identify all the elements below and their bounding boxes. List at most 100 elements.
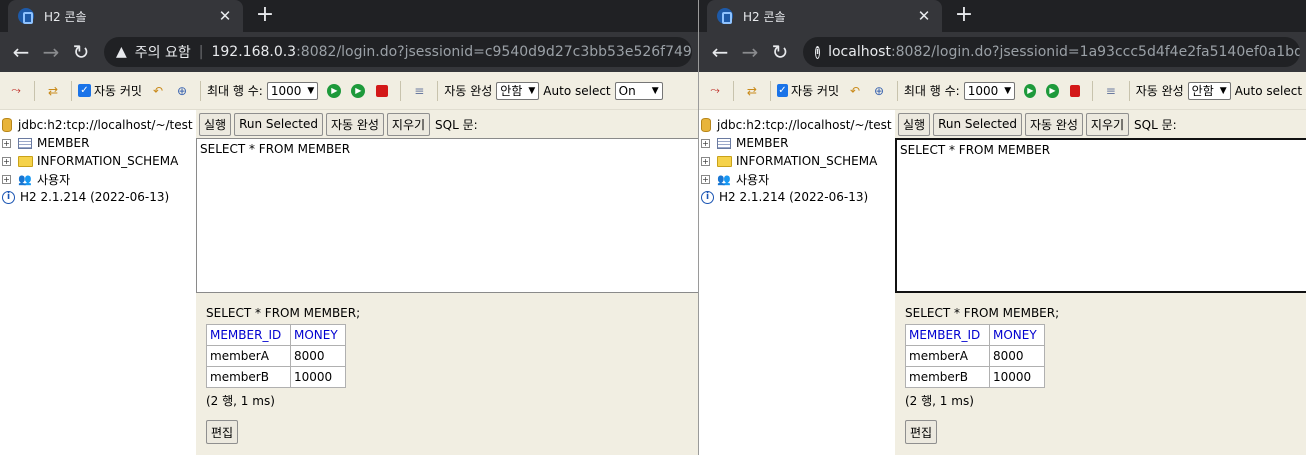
chevron-down-icon: ▼: [307, 85, 315, 96]
refresh-icon[interactable]: ⇄: [744, 83, 760, 99]
database-icon: [2, 118, 12, 132]
tree-item-member[interactable]: + MEMBER: [699, 134, 895, 152]
run-icon[interactable]: ▶: [1024, 83, 1037, 98]
column-header[interactable]: MEMBER_ID: [905, 324, 990, 346]
expand-icon[interactable]: +: [2, 174, 11, 184]
run-selected-icon[interactable]: ▶: [1046, 83, 1059, 98]
version-label: H2 2.1.214 (2022-06-13): [20, 190, 170, 204]
table-icon: [717, 137, 731, 149]
site-info-icon[interactable]: i: [815, 45, 821, 59]
run-icon[interactable]: ▶: [327, 83, 342, 98]
tab-title: H2 콘솔: [44, 9, 87, 24]
sql-editor[interactable]: SELECT * FROM MEMBER: [895, 138, 1306, 293]
table-row: memberB 10000: [905, 366, 1045, 388]
autocomplete-button[interactable]: 자동 완성: [325, 112, 384, 136]
address-toolbar: ← → ↻ ▲ 주의 요함 | 192.168.0.3:8082/login.d…: [0, 32, 698, 72]
tab-close-icon[interactable]: ✕: [217, 7, 233, 25]
autocomplete-select[interactable]: 안함 ▼: [496, 81, 540, 100]
back-arrow-icon[interactable]: ←: [705, 37, 735, 67]
edit-button[interactable]: 편집: [206, 420, 239, 444]
tree-item-information-schema[interactable]: + INFORMATION_SCHEMA: [699, 152, 895, 170]
folder-icon: [716, 155, 732, 167]
tab-strip: H2 콘솔 ✕ +: [699, 0, 1306, 32]
h2-console-content: jdbc:h2:tcp://localhost/~/test + MEMBER …: [699, 110, 1306, 455]
stop-icon[interactable]: [376, 84, 389, 97]
tree-connection[interactable]: jdbc:h2:tcp://localhost/~/test: [0, 116, 196, 134]
not-secure-label: 주의 요함: [134, 45, 191, 61]
disconnect-icon[interactable]: ⤳: [707, 83, 723, 99]
run-selected-button[interactable]: Run Selected: [234, 112, 323, 136]
commit-icon[interactable]: ⊕: [174, 83, 190, 99]
tree-item-users[interactable]: + 👥 사용자: [699, 170, 895, 188]
autocomplete-button[interactable]: 자동 완성: [1024, 112, 1083, 136]
back-arrow-icon[interactable]: ←: [6, 37, 36, 67]
auto-commit-checkbox[interactable]: ✓: [78, 84, 91, 97]
reload-icon[interactable]: ↻: [66, 37, 96, 67]
column-header[interactable]: MONEY: [290, 324, 346, 346]
tree-item-users[interactable]: + 👥 사용자: [0, 170, 196, 188]
tab-close-icon[interactable]: ✕: [916, 7, 932, 25]
expand-icon[interactable]: +: [701, 138, 710, 148]
rollback-icon[interactable]: ↶: [150, 83, 166, 99]
run-selected-icon[interactable]: ▶: [351, 83, 366, 98]
expand-icon[interactable]: +: [2, 138, 11, 148]
tree-version: i H2 2.1.214 (2022-06-13): [699, 188, 895, 206]
expand-icon[interactable]: +: [701, 174, 710, 184]
disconnect-icon[interactable]: ⤳: [8, 83, 24, 99]
tab-strip: H2 콘솔 ✕ +: [0, 0, 698, 32]
tree-version: i H2 2.1.214 (2022-06-13): [0, 188, 196, 206]
clear-button[interactable]: 지우기: [1085, 112, 1130, 136]
toolbar-divider: [1128, 80, 1130, 101]
clear-button[interactable]: 지우기: [386, 112, 431, 136]
warning-triangle-icon[interactable]: ▲: [116, 44, 127, 60]
column-header[interactable]: MEMBER_ID: [206, 324, 291, 346]
run-selected-button[interactable]: Run Selected: [933, 112, 1022, 136]
tree-connection[interactable]: jdbc:h2:tcp://localhost/~/test: [699, 116, 895, 134]
table-cell: 10000: [989, 366, 1045, 388]
connection-url: jdbc:h2:tcp://localhost/~/test: [18, 118, 193, 132]
run-button[interactable]: 실행: [898, 112, 931, 136]
autocomplete-select[interactable]: 안함 ▼: [1187, 81, 1231, 100]
stop-icon[interactable]: [1069, 84, 1080, 97]
autoselect-select[interactable]: On ▼: [614, 81, 663, 100]
max-rows-select[interactable]: 1000 ▼: [963, 81, 1016, 100]
result-panel: SELECT * FROM MEMBER; MEMBER_ID MONEY me…: [206, 306, 360, 444]
max-rows-select[interactable]: 1000 ▼: [266, 81, 319, 100]
edit-button[interactable]: 편집: [905, 420, 938, 444]
forward-arrow-icon[interactable]: →: [735, 37, 765, 67]
table-header-row: MEMBER_ID MONEY: [905, 324, 1045, 346]
autoselect-label: Auto select: [1234, 83, 1303, 98]
rollback-icon[interactable]: ↶: [847, 83, 863, 99]
history-icon[interactable]: ≡: [411, 83, 427, 99]
auto-commit-label: 자동 커밋: [791, 84, 840, 98]
address-bar[interactable]: i localhost:8082/login.do?jsessionid=1a9…: [803, 37, 1300, 67]
tree-item-information-schema[interactable]: + INFORMATION_SCHEMA: [0, 152, 196, 170]
database-icon: [701, 118, 711, 132]
table-cell: memberA: [905, 345, 990, 367]
address-separator: |: [198, 44, 204, 60]
result-table: MEMBER_ID MONEY memberA 8000 memberB 100…: [905, 324, 1045, 388]
sql-editor[interactable]: SELECT * FROM MEMBER: [196, 138, 698, 293]
column-header[interactable]: MONEY: [989, 324, 1045, 346]
autocomplete-value: 안함: [1191, 84, 1214, 98]
new-tab-button[interactable]: +: [952, 4, 976, 28]
auto-commit-checkbox[interactable]: ✓: [776, 84, 789, 97]
toolbar-divider: [1091, 80, 1093, 101]
expand-icon[interactable]: +: [701, 156, 710, 166]
run-button[interactable]: 실행: [199, 112, 232, 136]
commit-icon[interactable]: ⊕: [871, 83, 887, 99]
address-path: :8082/login.do?jsessionid=1a93ccc5d4f4e2…: [890, 44, 1300, 60]
forward-arrow-icon[interactable]: →: [36, 37, 66, 67]
history-icon[interactable]: ≡: [1103, 83, 1119, 99]
max-rows-value: 1000: [270, 83, 302, 98]
address-path: :8082/login.do?jsessionid=c9540d9d27c3bb…: [296, 44, 692, 60]
right-browser-window: H2 콘솔 ✕ + ← → ↻ i localhost:8082/login.d…: [698, 0, 1306, 455]
browser-tab[interactable]: H2 콘솔 ✕: [707, 0, 942, 32]
refresh-icon[interactable]: ⇄: [45, 83, 61, 99]
browser-tab[interactable]: H2 콘솔 ✕: [8, 0, 243, 32]
expand-icon[interactable]: +: [2, 156, 11, 166]
tree-item-member[interactable]: + MEMBER: [0, 134, 196, 152]
address-bar[interactable]: ▲ 주의 요함 | 192.168.0.3:8082/login.do?jses…: [104, 37, 692, 67]
new-tab-button[interactable]: +: [253, 4, 277, 28]
reload-icon[interactable]: ↻: [765, 37, 795, 67]
